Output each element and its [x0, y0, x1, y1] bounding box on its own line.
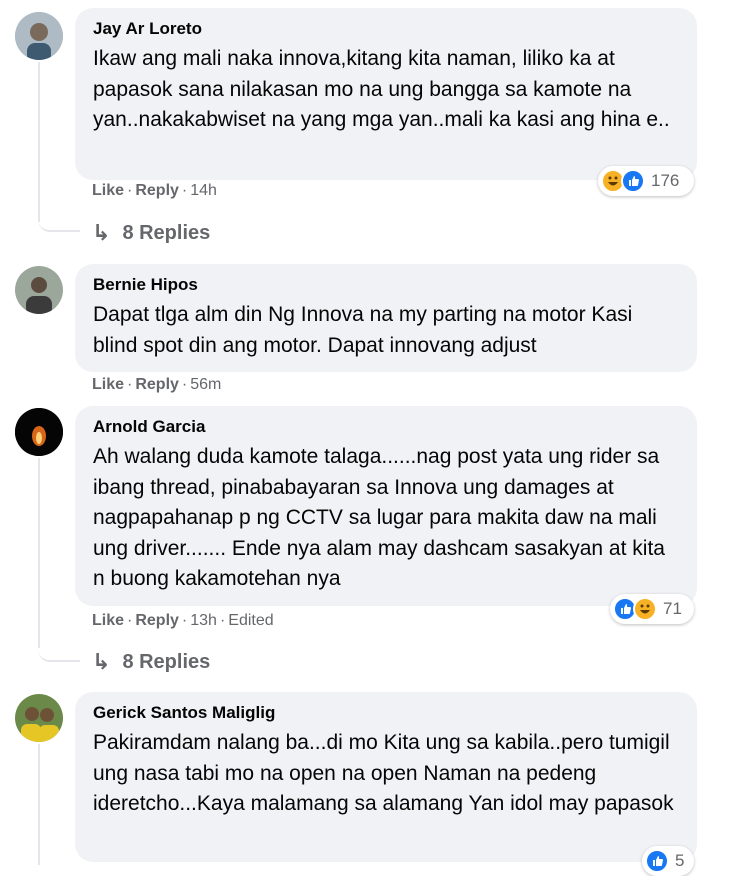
timestamp[interactable]: 14h: [190, 182, 217, 199]
reply-button[interactable]: Reply: [135, 182, 179, 199]
comment-bubble: Arnold Garcia Ah walang duda kamote tala…: [75, 406, 697, 606]
replies-count: 8 Replies: [122, 221, 211, 244]
view-replies-button[interactable]: ↳ 8 Replies: [92, 220, 210, 246]
avatar-image: [15, 266, 63, 314]
thread-connector: [38, 630, 80, 662]
timestamp[interactable]: 56m: [190, 376, 221, 393]
avatar-image: [15, 694, 63, 742]
avatar-image: [15, 408, 63, 456]
reply-button[interactable]: Reply: [135, 612, 179, 629]
like-button[interactable]: Like: [92, 182, 124, 199]
comment-text: Ikaw ang mali naka innova,kitang kita na…: [93, 47, 670, 131]
like-button[interactable]: Like: [92, 612, 124, 629]
avatar[interactable]: [15, 12, 63, 60]
reaction-count: 176: [651, 171, 680, 190]
thread-line: [38, 62, 40, 222]
avatar[interactable]: [15, 694, 63, 742]
timestamp[interactable]: 13h: [190, 612, 217, 629]
avatar-image: [15, 12, 63, 60]
comment-actions: Like · Reply · 14h: [92, 182, 217, 199]
comment-bubble: Gerick Santos Maliglig Pakiramdam nalang…: [75, 692, 697, 862]
comment-bubble: Jay Ar Loreto Ikaw ang mali naka innova,…: [75, 8, 697, 180]
reply-arrow-icon: ↳: [92, 649, 111, 674]
like-reaction-icon: [621, 169, 645, 193]
reaction-summary[interactable]: 71: [610, 594, 694, 624]
view-replies-button[interactable]: ↳ 8 Replies: [92, 649, 210, 675]
thread-connector: [38, 200, 80, 232]
thread-line: [38, 458, 40, 648]
like-button[interactable]: Like: [92, 376, 124, 393]
comment-bubble: Bernie Hipos Dapat tlga alm din Ng Innov…: [75, 264, 697, 372]
comment-author[interactable]: Jay Ar Loreto: [93, 18, 681, 40]
haha-reaction-icon: [633, 597, 657, 621]
reaction-summary[interactable]: 5: [642, 846, 694, 876]
comment-actions: Like · Reply · 56m: [92, 376, 222, 393]
comment-text: Dapat tlga alm din Ng Innova na my parti…: [93, 303, 639, 357]
reaction-count: 71: [663, 599, 682, 618]
comment-author[interactable]: Arnold Garcia: [93, 416, 681, 438]
edited-label: Edited: [228, 612, 274, 629]
comment-text: Ah walang duda kamote talaga......nag po…: [93, 445, 671, 590]
replies-count: 8 Replies: [122, 650, 211, 673]
reaction-summary[interactable]: 176: [598, 166, 694, 196]
reply-arrow-icon: ↳: [92, 220, 111, 245]
reaction-count: 5: [675, 851, 685, 870]
thread-line: [38, 744, 40, 865]
comment-actions: Like · Reply · 13h · Edited: [92, 612, 274, 629]
comment-text: Pakiramdam nalang ba...di mo Kita ung sa…: [93, 731, 676, 815]
avatar[interactable]: [15, 408, 63, 456]
like-reaction-icon: [645, 849, 669, 873]
reply-button[interactable]: Reply: [135, 376, 179, 393]
avatar[interactable]: [15, 266, 63, 314]
comment-author[interactable]: Gerick Santos Maliglig: [93, 702, 681, 724]
comment-author[interactable]: Bernie Hipos: [93, 274, 681, 296]
